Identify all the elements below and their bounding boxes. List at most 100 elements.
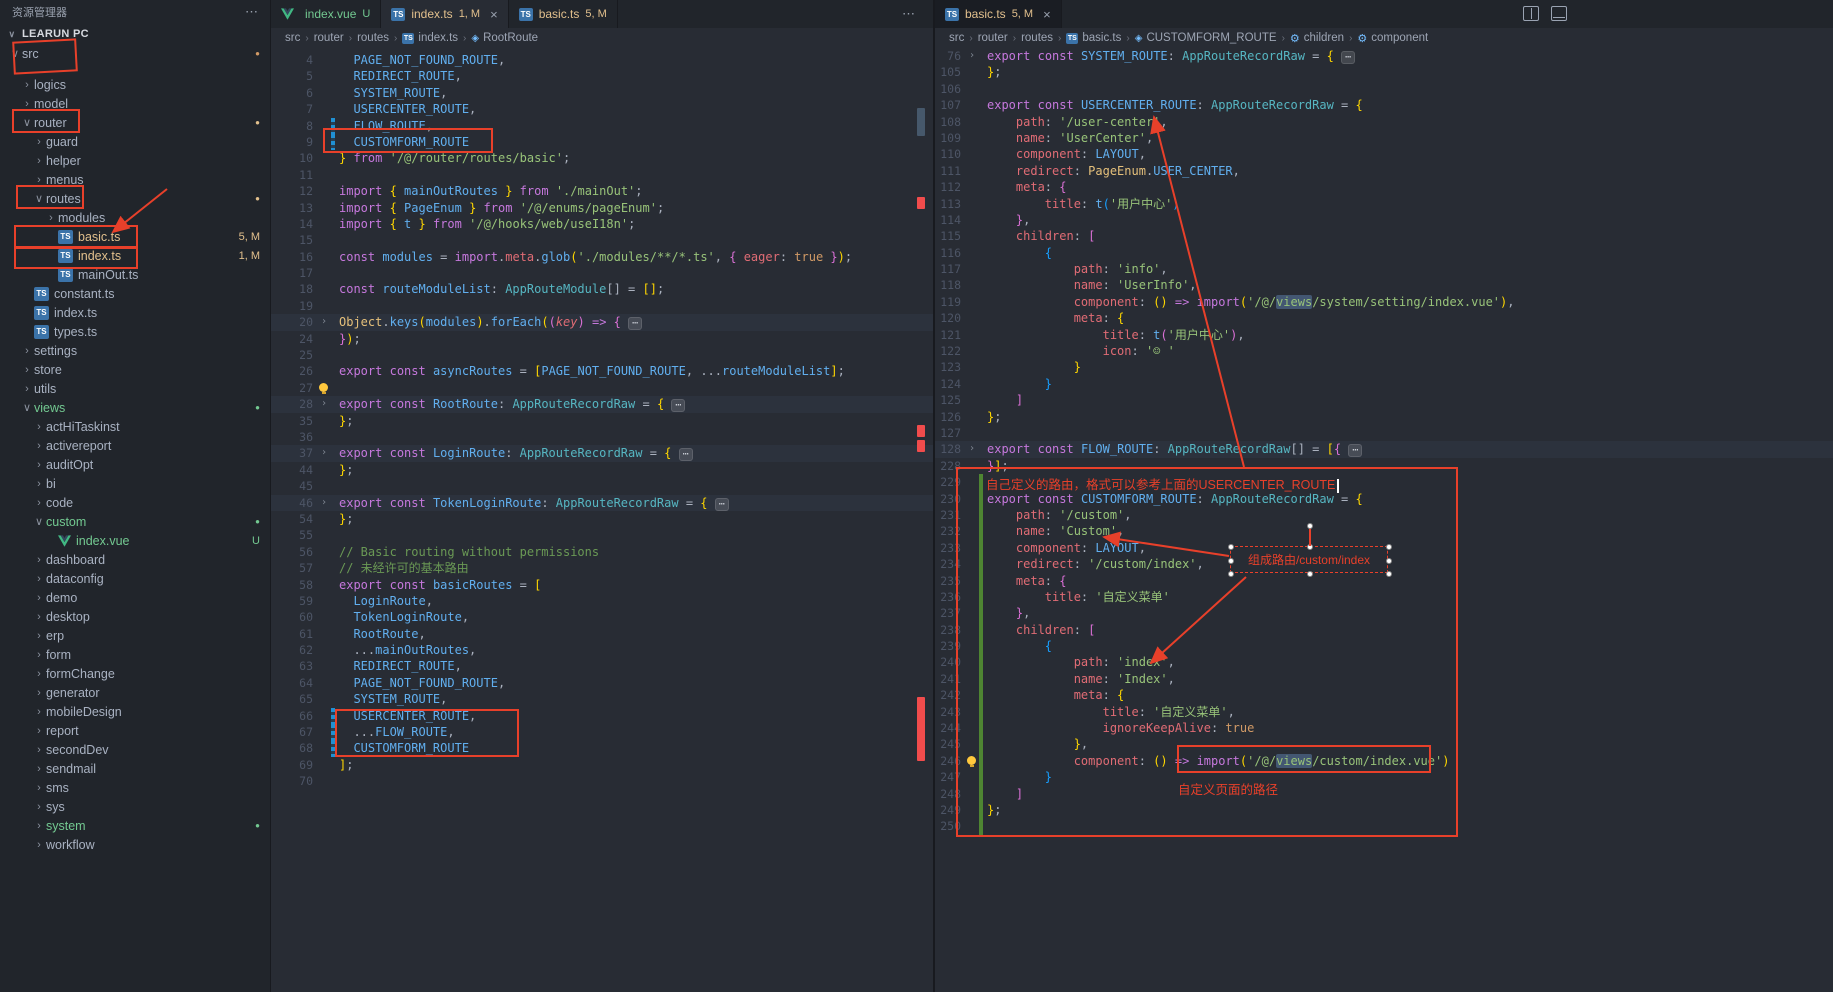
code-line[interactable]: 24});: [271, 331, 933, 347]
code-line[interactable]: 17: [271, 265, 933, 281]
code-line[interactable]: 241 name: 'Index',: [935, 671, 1833, 687]
tree-item-logics[interactable]: ›logics: [0, 75, 270, 94]
tree-item-index.ts[interactable]: TSindex.ts: [0, 303, 270, 322]
code-line[interactable]: 118 name: 'UserInfo',: [935, 277, 1833, 293]
explorer-more-icon[interactable]: ⋯: [245, 4, 258, 20]
tree-item-form[interactable]: ›form: [0, 645, 270, 664]
code-line[interactable]: 37›export const LoginRoute: AppRouteReco…: [271, 445, 933, 461]
code-line[interactable]: 229: [935, 474, 1833, 490]
code-line[interactable]: 11: [271, 167, 933, 183]
code-line[interactable]: 5 REDIRECT_ROUTE,: [271, 68, 933, 84]
code-line[interactable]: 113 title: t('用户中心'): [935, 196, 1833, 212]
project-section-header[interactable]: ∨ LEARUN PC: [0, 24, 270, 44]
code-line[interactable]: 28›export const RootRoute: AppRouteRecor…: [271, 396, 933, 412]
code-line[interactable]: 15: [271, 232, 933, 248]
tree-item-sms[interactable]: ›sms: [0, 778, 270, 797]
code-line[interactable]: 68 CUSTOMFORM_ROUTE: [271, 740, 933, 756]
breadcrumb-item[interactable]: ⚙component: [1357, 32, 1428, 45]
code-line[interactable]: 45: [271, 478, 933, 494]
breadcrumb-item[interactable]: ◈CUSTOMFORM_ROUTE: [1135, 32, 1277, 44]
code-line[interactable]: 27: [271, 380, 933, 396]
code-line[interactable]: 249};: [935, 802, 1833, 818]
code-line[interactable]: 232 name: 'Custom',: [935, 523, 1833, 539]
code-line[interactable]: 228}];: [935, 458, 1833, 474]
breadcrumb-item[interactable]: ⚙children: [1290, 32, 1344, 45]
code-line[interactable]: 55: [271, 527, 933, 543]
editor-layout-icon[interactable]: [1551, 6, 1567, 21]
code-line[interactable]: 9 CUSTOMFORM_ROUTE: [271, 134, 933, 150]
code-line[interactable]: 128›export const FLOW_ROUTE: AppRouteRec…: [935, 441, 1833, 457]
editor-tab-index.vue[interactable]: index.vueU: [271, 0, 381, 28]
breadcrumb-item[interactable]: TSindex.ts: [402, 32, 458, 44]
more-actions-icon[interactable]: ⋯: [902, 6, 915, 22]
code-line[interactable]: 64 PAGE_NOT_FOUND_ROUTE,: [271, 675, 933, 691]
tree-item-mainOut.ts[interactable]: TSmainOut.ts: [0, 265, 270, 284]
code-line[interactable]: 69];: [271, 757, 933, 773]
breadcrumb-item[interactable]: routes: [357, 32, 389, 44]
code-line[interactable]: 107export const USERCENTER_ROUTE: AppRou…: [935, 97, 1833, 113]
tree-item-custom[interactable]: ∨custom●: [0, 512, 270, 531]
code-line[interactable]: 14import { t } from '/@/hooks/web/useI18…: [271, 216, 933, 232]
code-editor-right[interactable]: 76›export const SYSTEM_ROUTE: AppRouteRe…: [935, 48, 1833, 835]
tree-item-activereport[interactable]: ›activereport: [0, 436, 270, 455]
editor-tab-index.ts[interactable]: TSindex.ts1, M×: [381, 0, 508, 28]
overview-ruler[interactable]: [917, 48, 927, 992]
code-line[interactable]: 8 FLOW_ROUTE,: [271, 118, 933, 134]
tree-item-modules[interactable]: ›modules: [0, 208, 270, 227]
code-line[interactable]: 108 path: '/user-center',: [935, 114, 1833, 130]
breadcrumb-item[interactable]: router: [314, 32, 344, 44]
breadcrumb-item[interactable]: src: [285, 32, 300, 44]
tree-item-secondDev[interactable]: ›secondDev: [0, 740, 270, 759]
tree-item-routes[interactable]: ∨routes●: [0, 189, 270, 208]
tree-item-helper[interactable]: ›helper: [0, 151, 270, 170]
breadcrumb-item[interactable]: routes: [1021, 32, 1053, 44]
code-line[interactable]: 115 children: [: [935, 228, 1833, 244]
code-line[interactable]: 13import { PageEnum } from '/@/enums/pag…: [271, 200, 933, 216]
tree-item-model[interactable]: ›model: [0, 94, 270, 113]
tree-item-report[interactable]: ›report: [0, 721, 270, 740]
tree-item-router[interactable]: ∨router●: [0, 113, 270, 132]
code-line[interactable]: 246 component: () => import('/@/views/cu…: [935, 753, 1833, 769]
code-line[interactable]: 61 RootRoute,: [271, 626, 933, 642]
code-line[interactable]: 247 }: [935, 769, 1833, 785]
close-icon[interactable]: ×: [1043, 7, 1051, 22]
tree-item-basic.ts[interactable]: TSbasic.ts5, M: [0, 227, 270, 246]
code-line[interactable]: 127: [935, 425, 1833, 441]
code-line[interactable]: 35};: [271, 413, 933, 429]
code-line[interactable]: 243 title: '自定义菜单',: [935, 704, 1833, 720]
code-line[interactable]: 125 ]: [935, 392, 1833, 408]
tree-item-dashboard[interactable]: ›dashboard: [0, 550, 270, 569]
tree-item-menus[interactable]: ›menus: [0, 170, 270, 189]
code-line[interactable]: 112 meta: {: [935, 179, 1833, 195]
code-line[interactable]: 67 ...FLOW_ROUTE,: [271, 724, 933, 740]
breadcrumb-item[interactable]: src: [949, 32, 964, 44]
code-line[interactable]: 231 path: '/custom',: [935, 507, 1833, 523]
tree-item-bi[interactable]: ›bi: [0, 474, 270, 493]
tree-item-workflow[interactable]: ›workflow: [0, 835, 270, 854]
code-line[interactable]: 122 icon: '☺ ': [935, 343, 1833, 359]
code-line[interactable]: 244 ignoreKeepAlive: true: [935, 720, 1833, 736]
code-line[interactable]: 233 component: LAYOUT,: [935, 540, 1833, 556]
code-line[interactable]: 26export const asyncRoutes = [PAGE_NOT_F…: [271, 363, 933, 379]
breadcrumb-item[interactable]: TSbasic.ts: [1066, 32, 1121, 44]
code-line[interactable]: 237 },: [935, 605, 1833, 621]
code-line[interactable]: 60 TokenLoginRoute,: [271, 609, 933, 625]
code-line[interactable]: 106: [935, 81, 1833, 97]
code-line[interactable]: 12import { mainOutRoutes } from './mainO…: [271, 183, 933, 199]
code-line[interactable]: 119 component: () => import('/@/views/sy…: [935, 294, 1833, 310]
tree-item-sendmail[interactable]: ›sendmail: [0, 759, 270, 778]
code-line[interactable]: 70: [271, 773, 933, 789]
tree-item-store[interactable]: ›store: [0, 360, 270, 379]
tree-item-index.ts[interactable]: TSindex.ts1, M: [0, 246, 270, 265]
code-line[interactable]: 250: [935, 818, 1833, 834]
code-line[interactable]: 245 },: [935, 736, 1833, 752]
code-line[interactable]: 120 meta: {: [935, 310, 1833, 326]
code-line[interactable]: 126};: [935, 409, 1833, 425]
tree-item-auditOpt[interactable]: ›auditOpt: [0, 455, 270, 474]
tree-item-generator[interactable]: ›generator: [0, 683, 270, 702]
tree-item-system[interactable]: ›system●: [0, 816, 270, 835]
tree-item-demo[interactable]: ›demo: [0, 588, 270, 607]
editor-tab-basic.ts[interactable]: TSbasic.ts5, M: [509, 0, 618, 28]
code-line[interactable]: 110 component: LAYOUT,: [935, 146, 1833, 162]
code-line[interactable]: 123 }: [935, 359, 1833, 375]
